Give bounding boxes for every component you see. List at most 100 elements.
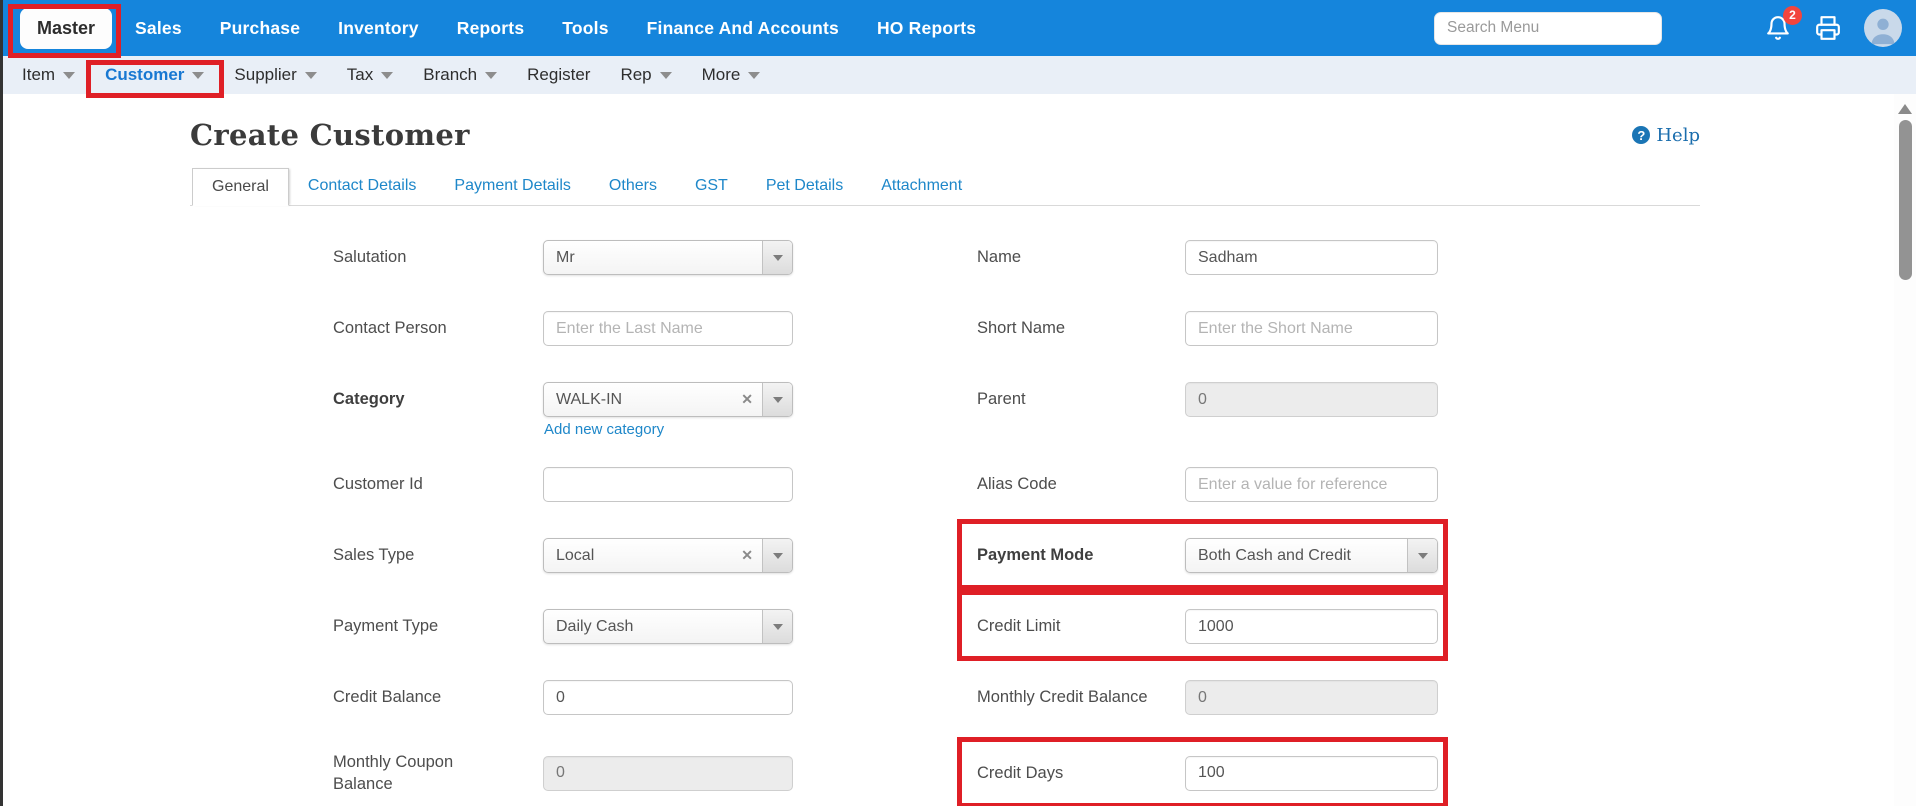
chevron-down-icon [192,72,204,79]
nav-item-reports[interactable]: Reports [457,18,525,39]
tab-others[interactable]: Others [590,168,676,205]
credit-days-label: Credit Days [977,762,1185,784]
monthly-credit-balance-field [1185,680,1438,715]
credit-balance-label: Credit Balance [333,686,543,708]
customer-id-field [543,467,793,502]
tab-payment-details[interactable]: Payment Details [435,168,590,205]
category-select[interactable]: WALK-IN✕ [543,382,793,417]
dropdown-caret-button[interactable] [1407,539,1437,572]
form-row: Customer IdAlias Code [333,467,1916,502]
field-group-monthly-coupon-balance: Monthly Coupon Balance [333,751,793,796]
nav-item-finance-and-accounts[interactable]: Finance And Accounts [647,18,839,39]
nav-item-tools[interactable]: Tools [562,18,608,39]
customer-id-label: Customer Id [333,473,543,495]
credit-limit-label: Credit Limit [977,615,1185,637]
dropdown-caret-button[interactable] [762,383,792,416]
dropdown-caret-button[interactable] [762,610,792,643]
credit-balance-input[interactable] [543,680,793,715]
nav-item-sales[interactable]: Sales [135,18,182,39]
contact-person-field [543,311,793,346]
subnav-item-label: More [702,65,741,85]
field-group-payment-type: Payment TypeDaily Cash [333,609,793,644]
notifications-button[interactable]: 2 [1764,14,1792,42]
subnav-item-branch[interactable]: Branch [423,65,497,85]
salutation-select[interactable]: Mr [543,240,793,275]
vertical-scrollbar[interactable] [1894,94,1916,806]
sales-type-select[interactable]: Local✕ [543,538,793,573]
credit-days-field [1185,756,1438,791]
clear-icon[interactable]: ✕ [732,547,762,564]
parent-label: Parent [977,388,1185,410]
tab-general[interactable]: General [192,168,289,206]
payment-mode-label: Payment Mode [977,544,1185,566]
subnav-item-label: Branch [423,65,477,85]
subnav-item-more[interactable]: More [702,65,761,85]
chevron-down-icon [773,553,783,559]
name-input[interactable] [1185,240,1438,275]
category-label: Category [333,388,543,410]
salutation-field: Mr [543,240,793,275]
dropdown-caret-button[interactable] [762,539,792,572]
payment-type-field: Daily Cash [543,609,793,644]
customer-id-input[interactable] [543,467,793,502]
field-group-parent: Parent [977,382,1438,417]
scroll-up-arrow-icon[interactable] [1898,104,1912,114]
subnav-item-label: Supplier [234,65,296,85]
nav-item-ho-reports[interactable]: HO Reports [877,18,976,39]
short-name-input[interactable] [1185,311,1438,346]
monthly-coupon-balance-field [543,756,793,791]
field-group-contact-person: Contact Person [333,311,793,346]
subnav-item-rep[interactable]: Rep [620,65,671,85]
short-name-field [1185,311,1438,346]
printer-icon [1815,15,1841,41]
contact-person-input[interactable] [543,311,793,346]
print-button[interactable] [1814,14,1842,42]
chevron-down-icon [660,72,672,79]
subnav-item-item[interactable]: Item [22,65,75,85]
field-group-short-name: Short Name [977,311,1438,346]
field-group-customer-id: Customer Id [333,467,793,502]
person-icon [1866,13,1900,47]
search-input[interactable] [1434,12,1662,45]
annotation-box-credit-limit: Credit Limit [977,609,1438,644]
tab-contact-details[interactable]: Contact Details [289,168,436,205]
dropdown-caret-button[interactable] [762,241,792,274]
form-row: Payment TypeDaily Cash Credit Limit [333,609,1916,644]
main-content: Create Customer ? Help GeneralContact De… [0,118,1916,796]
sales-type-label: Sales Type [333,544,543,566]
user-avatar[interactable] [1864,9,1902,47]
sales-type-field: Local✕ [543,538,793,573]
window-left-edge [0,0,3,806]
payment-mode-select[interactable]: Both Cash and Credit [1185,538,1438,573]
subnav-item-customer[interactable]: Customer [105,65,204,85]
select-value: Daily Cash [544,618,762,636]
annotation-box-payment-mode: Payment ModeBoth Cash and Credit [977,538,1438,573]
page-head: Create Customer ? Help [190,118,1700,152]
form-row: Contact Person Short Name [333,311,1916,346]
tab-pet-details[interactable]: Pet Details [747,168,862,205]
monthly-credit-balance-input [1185,680,1438,715]
tab-attachment[interactable]: Attachment [862,168,981,205]
alias-code-input[interactable] [1185,467,1438,502]
payment-type-select[interactable]: Daily Cash [543,609,793,644]
subnav-item-register[interactable]: Register [527,65,590,85]
subnav-item-supplier[interactable]: Supplier [234,65,316,85]
form-row: Sales TypeLocal✕ Payment ModeBoth Cash an… [333,538,1916,573]
nav-item-purchase[interactable]: Purchase [220,18,300,39]
credit-days-input[interactable] [1185,756,1438,791]
nav-item-inventory[interactable]: Inventory [338,18,419,39]
subnav-item-tax[interactable]: Tax [347,65,393,85]
clear-icon[interactable]: ✕ [732,391,762,408]
credit-balance-field [543,680,793,715]
page-title: Create Customer [190,118,470,152]
credit-limit-input[interactable] [1185,609,1438,644]
nav-item-master[interactable]: Master [20,8,112,49]
scrollbar-thumb[interactable] [1899,120,1912,280]
alias-code-field [1185,467,1438,502]
select-value: Both Cash and Credit [1186,547,1407,565]
tab-gst[interactable]: GST [676,168,747,205]
field-group-monthly-credit-balance: Monthly Credit Balance [977,680,1438,715]
short-name-label: Short Name [977,317,1185,339]
add-new-category-link[interactable]: Add new category [544,421,664,438]
help-link[interactable]: ? Help [1632,125,1700,146]
